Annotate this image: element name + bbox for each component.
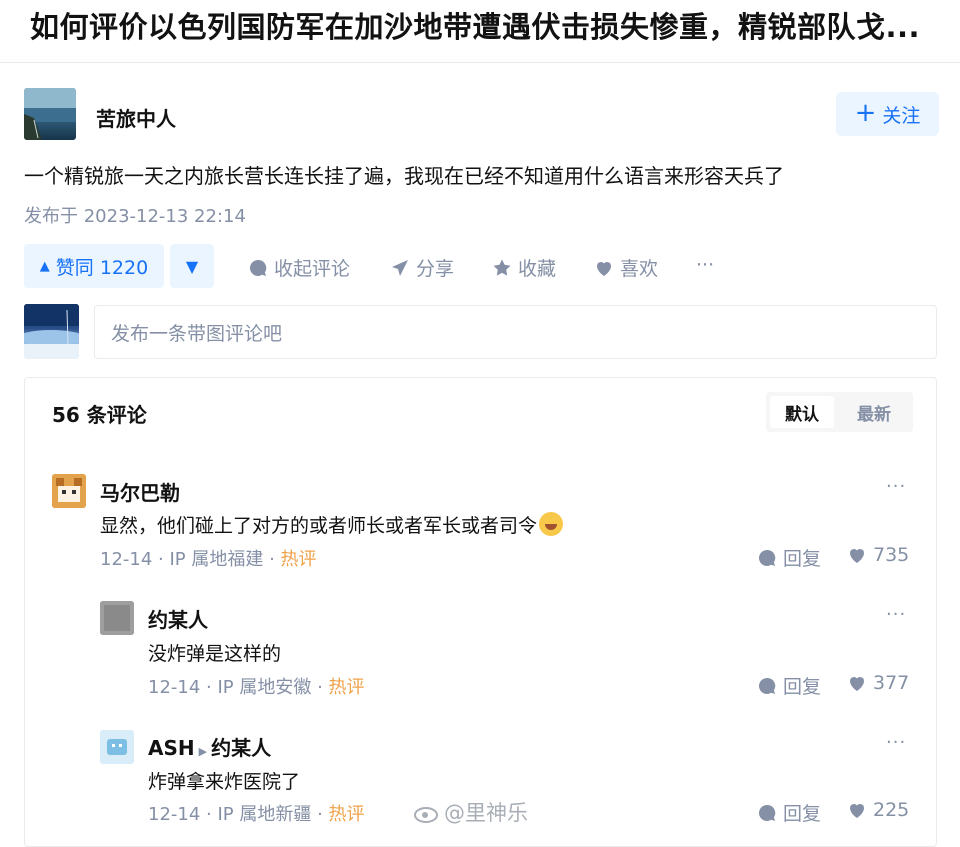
watermark: @里神乐 xyxy=(414,797,528,827)
comment-date: 12-14 xyxy=(100,549,153,570)
reply-button[interactable]: 回复 xyxy=(757,672,821,699)
question-title[interactable]: 如何评价以色列国防军在加沙地带遭遇伏击损失惨重，精锐部队戈... xyxy=(30,10,955,44)
watermark-text: @里神乐 xyxy=(444,801,528,825)
triangle-down-icon: ▼ xyxy=(185,256,199,276)
comments-count: 56 条评论 xyxy=(52,403,147,427)
sort-default-tab[interactable]: 默认 xyxy=(770,396,834,428)
commenter-avatar[interactable] xyxy=(100,601,134,635)
reply-button[interactable]: 回复 xyxy=(757,544,821,571)
comment-more-button[interactable]: ··· xyxy=(886,732,906,753)
follow-label: 关注 xyxy=(882,104,921,127)
share-label: 分享 xyxy=(416,258,455,280)
comment-more-button[interactable]: ··· xyxy=(886,604,906,625)
comment-like-button[interactable]: 225 xyxy=(847,799,909,821)
comment-location: IP 属地安徽 xyxy=(217,677,312,698)
author-name[interactable]: 苦旅中人 xyxy=(96,103,176,132)
upvote-label: 赞同 1220 xyxy=(55,256,149,279)
author-avatar[interactable] xyxy=(24,88,76,140)
comment-input-placeholder: 发布一条带图评论吧 xyxy=(111,322,283,345)
reply-button[interactable]: 回复 xyxy=(757,799,821,826)
collapse-comments-button[interactable]: 收起评论 xyxy=(248,254,350,281)
reply-label: 回复 xyxy=(783,803,822,825)
sort-newest-tab[interactable]: 最新 xyxy=(842,396,906,428)
upvote-button[interactable]: ▲ 赞同 1220 xyxy=(24,244,164,288)
comment-meta: 12-14 · IP 属地安徽 · 热评 xyxy=(148,677,365,698)
comment-date: 12-14 xyxy=(148,804,201,825)
share-button[interactable]: 分享 xyxy=(390,254,454,281)
reply-label: 回复 xyxy=(783,548,822,570)
commenter-avatar[interactable] xyxy=(100,730,134,764)
paper-plane-icon xyxy=(392,259,408,276)
comment-location: IP 属地福建 xyxy=(169,549,264,570)
collapse-comments-label: 收起评论 xyxy=(274,258,351,280)
weibo-icon xyxy=(414,807,438,823)
hot-comment-badge: 热评 xyxy=(280,549,317,570)
publish-time: 发布于 2023-12-13 22:14 xyxy=(24,206,246,227)
comment-more-button[interactable]: ··· xyxy=(886,476,906,497)
heart-icon xyxy=(850,804,864,818)
comment-author-line: ASH ▶ 约某人 xyxy=(148,732,271,761)
like-count: 735 xyxy=(873,544,910,566)
comment-input[interactable]: 发布一条带图评论吧 xyxy=(94,305,937,359)
like-button[interactable]: 喜欢 xyxy=(594,254,658,281)
collect-button[interactable]: 收藏 xyxy=(492,254,556,281)
hot-comment-badge: 热评 xyxy=(328,677,365,698)
comment-location: IP 属地新疆 xyxy=(217,804,312,825)
comment-bubble-icon xyxy=(758,804,776,821)
reply-arrow-icon: ▶ xyxy=(198,745,208,758)
comment-author[interactable]: 约某人 xyxy=(148,604,208,633)
plus-icon: + xyxy=(854,98,877,128)
heart-icon xyxy=(850,677,864,691)
comment-bubble-icon xyxy=(758,549,776,566)
comment-meta: 12-14 · IP 属地福建 · 热评 xyxy=(100,549,317,570)
like-count: 377 xyxy=(873,672,910,694)
star-icon xyxy=(493,259,511,276)
commenter-avatar[interactable] xyxy=(52,474,86,508)
comment-author[interactable]: 马尔巴勒 xyxy=(100,477,180,506)
downvote-button[interactable]: ▼ xyxy=(170,244,214,288)
comment-meta: 12-14 · IP 属地新疆 · 热评 xyxy=(148,804,365,825)
comment-bubble-icon xyxy=(249,259,267,276)
reply-label: 回复 xyxy=(783,676,822,698)
heart-icon xyxy=(850,549,864,563)
follow-button[interactable]: + 关注 xyxy=(836,92,939,136)
comment-bubble-icon xyxy=(758,677,776,694)
current-user-avatar xyxy=(24,304,79,359)
divider xyxy=(0,62,960,63)
comment-like-button[interactable]: 735 xyxy=(847,544,909,566)
comment-text: 炸弹拿来炸医院了 xyxy=(148,771,301,793)
answer-content: 一个精锐旅一天之内旅长营长连长挂了遍，我现在已经不知道用什么语言来形容天兵了 xyxy=(24,164,784,188)
hot-comment-badge: 热评 xyxy=(328,804,365,825)
comment-like-button[interactable]: 377 xyxy=(847,672,909,694)
reply-to-user[interactable]: 约某人 xyxy=(211,736,271,760)
comment-text: 显然，他们碰上了对方的或者师长或者军长或者司令 xyxy=(100,511,564,538)
collect-label: 收藏 xyxy=(518,258,557,280)
like-label: 喜欢 xyxy=(620,258,659,280)
comment-text-content: 显然，他们碰上了对方的或者师长或者军长或者司令 xyxy=(100,515,538,537)
comment-author[interactable]: ASH xyxy=(148,736,195,760)
comment-text: 没炸弹是这样的 xyxy=(148,643,282,665)
more-icon: ··· xyxy=(696,254,715,276)
heart-icon xyxy=(597,261,611,276)
comment-date: 12-14 xyxy=(148,677,201,698)
like-count: 225 xyxy=(873,799,910,821)
triangle-up-icon: ▲ xyxy=(39,258,50,274)
laughing-emoji-icon xyxy=(539,512,564,536)
more-actions-button[interactable]: ··· xyxy=(696,254,714,276)
